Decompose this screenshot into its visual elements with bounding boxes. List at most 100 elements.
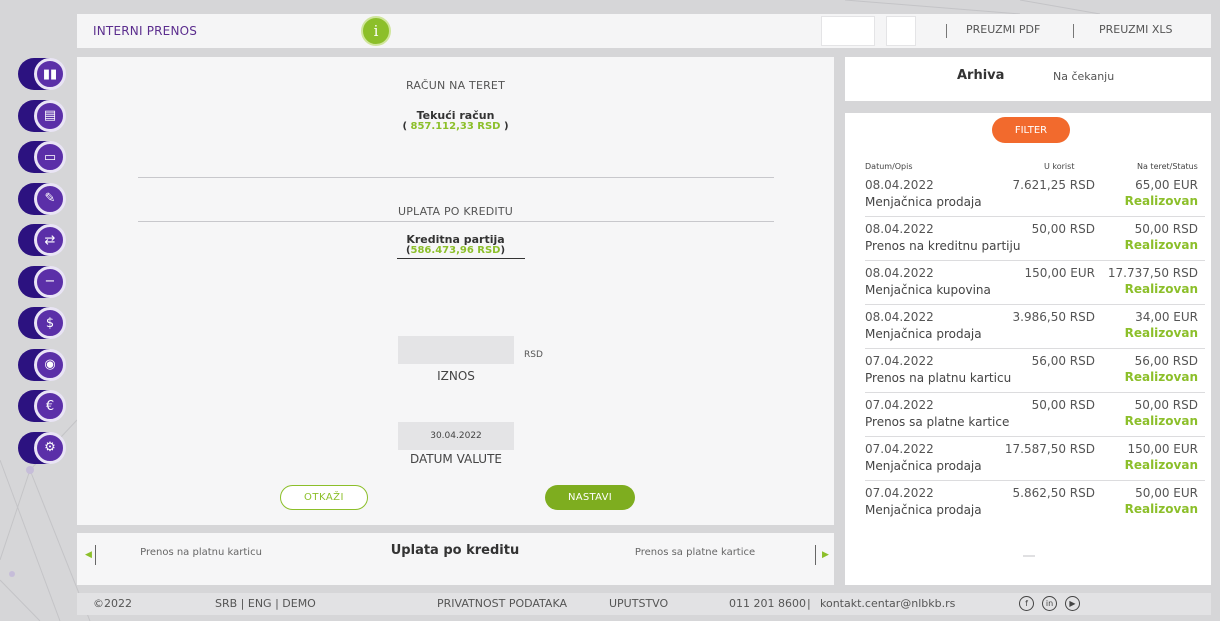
transaction-date: 07.04.2022: [865, 398, 934, 412]
privacy-link[interactable]: PRIVATNOST PODATAKA: [437, 597, 567, 610]
transaction-debit: 34,00 EUR: [1135, 310, 1198, 324]
transaction-debit: 150,00 EUR: [1127, 442, 1198, 456]
status-badge: Realizovan: [1124, 458, 1198, 472]
debit-account-label: RAČUN NA TERET: [405, 79, 506, 92]
status-badge: Realizovan: [1124, 194, 1198, 208]
divider: [138, 177, 774, 178]
tab-pending[interactable]: Na čekanju: [1053, 70, 1114, 83]
download-pdf-link[interactable]: PREUZMI PDF: [966, 23, 1040, 36]
status-badge: Realizovan: [1124, 282, 1198, 296]
copyright: ©2022: [93, 597, 132, 610]
transfer-type-carousel: ◀ Prenos na platnu karticu Uplata po kre…: [77, 533, 834, 585]
card-icon: ▭: [34, 141, 66, 173]
transaction-description: Menjačnica prodaja: [865, 503, 982, 517]
toolbar-box[interactable]: [821, 16, 875, 46]
cancel-button[interactable]: OTKAŽI: [280, 485, 368, 510]
archive-panel: FILTER Datum/Opis U korist Na teret/Stat…: [845, 113, 1211, 585]
chevron-left-icon[interactable]: ◀: [85, 550, 92, 560]
transaction-date: 08.04.2022: [865, 310, 934, 324]
linkedin-icon[interactable]: in: [1042, 596, 1057, 611]
gear-icon: ⚙: [34, 431, 66, 464]
document-icon: ▤: [34, 99, 66, 132]
sidebar-item-transfer[interactable]: ⇄: [18, 224, 70, 256]
sidebar-item-documents[interactable]: ▤: [18, 99, 70, 132]
table-row[interactable]: 08.04.2022 Prenos na kreditnu partiju 50,0…: [865, 217, 1205, 261]
status-badge: Realizovan: [1124, 502, 1198, 516]
amount-currency: RSD: [524, 350, 543, 360]
transaction-description: Menjačnica prodaja: [865, 327, 982, 341]
tab-archive[interactable]: Arhiva: [957, 68, 1004, 83]
carousel-divider: [815, 545, 816, 565]
sidebar-item-settings[interactable]: ⚙: [18, 431, 70, 464]
credit-balance-value: 586.473,96 RSD: [410, 245, 501, 256]
location-icon: ◉: [34, 348, 66, 381]
transaction-credit: 17.587,50 RSD: [1004, 442, 1095, 456]
status-badge: Realizovan: [1124, 326, 1198, 340]
sidebar-item-loans[interactable]: −: [18, 265, 70, 298]
table-row[interactable]: 07.04.2022 Prenos na platnu karticu 56,00 …: [865, 349, 1205, 393]
page-title: INTERNI PRENOS: [93, 24, 198, 38]
table-row[interactable]: 07.04.2022 Menjačnica prodaja 5.862,50 RSD…: [865, 481, 1205, 525]
transaction-description: Menjačnica prodaja: [865, 195, 982, 209]
transaction-description: Prenos sa platne kartice: [865, 415, 1010, 429]
status-badge: Realizovan: [1124, 414, 1198, 428]
sidebar-item-locations[interactable]: ◉: [18, 348, 70, 381]
account-underline: [397, 258, 525, 259]
footer-separator: |: [807, 597, 811, 610]
table-row[interactable]: 07.04.2022 Prenos sa platne kartice 50,00 …: [865, 393, 1205, 437]
language-switcher[interactable]: SRB | ENG | DEMO: [215, 597, 316, 610]
carousel-item-current[interactable]: Uplata po kreditu: [385, 544, 525, 557]
table-row[interactable]: 07.04.2022 Menjačnica prodaja 17.587,50 RS…: [865, 437, 1205, 481]
info-icon[interactable]: i: [361, 16, 391, 46]
amount-label: IZNOS: [437, 369, 475, 383]
transaction-description: Prenos na platnu karticu: [865, 371, 1012, 385]
carousel-item-prev[interactable]: Prenos na platnu karticu: [131, 548, 271, 558]
transaction-debit: 56,00 RSD: [1134, 354, 1198, 368]
download-xls-link[interactable]: PREUZMI XLS: [1099, 23, 1173, 36]
transaction-credit: 50,00 RSD: [1031, 222, 1095, 236]
sidebar-item-signature[interactable]: ✎: [18, 182, 70, 215]
transaction-credit: 56,00 RSD: [1031, 354, 1095, 368]
youtube-icon[interactable]: ▶: [1065, 596, 1080, 611]
archive-tabs: Arhiva Na čekanju: [845, 57, 1211, 101]
sidebar-item-exchange[interactable]: €: [18, 390, 70, 422]
chart-icon: ▮▮: [34, 58, 66, 90]
transaction-date: 08.04.2022: [865, 222, 934, 236]
status-badge: Realizovan: [1124, 370, 1198, 384]
continue-button[interactable]: NASTAVI: [545, 485, 635, 510]
filter-button[interactable]: FILTER: [992, 117, 1070, 143]
transaction-date: 08.04.2022: [865, 178, 934, 192]
table-row[interactable]: 08.04.2022 Menjačnica prodaja 7.621,25 RSD…: [865, 173, 1205, 217]
divider: [138, 221, 774, 222]
carousel-divider: [95, 545, 96, 565]
amount-input[interactable]: [398, 336, 514, 364]
status-badge: Realizovan: [1124, 238, 1198, 252]
transaction-credit: 3.986,50 RSD: [1012, 310, 1095, 324]
transfer-form: RAČUN NA TERET Tekući račun ( 857.112,33…: [77, 57, 834, 525]
transaction-credit: 50,00 RSD: [1031, 398, 1095, 412]
sidebar-item-overview[interactable]: ▮▮: [18, 58, 70, 90]
sidebar-item-payments[interactable]: $: [18, 307, 70, 339]
chevron-right-icon[interactable]: ▶: [822, 550, 829, 560]
facebook-icon[interactable]: f: [1019, 596, 1034, 611]
table-row[interactable]: 08.04.2022 Menjačnica kupovina 150,00 EUR 1…: [865, 261, 1205, 305]
email-link[interactable]: kontakt.centar@nlbkb.rs: [820, 597, 955, 610]
sidebar-item-cards[interactable]: ▭: [18, 141, 70, 173]
carousel-item-next[interactable]: Prenos sa platne kartice: [625, 548, 765, 558]
payment-type-label: UPLATA PO KREDITU: [397, 205, 514, 218]
transaction-description: Menjačnica kupovina: [865, 283, 991, 297]
transaction-date: 07.04.2022: [865, 354, 934, 368]
toolbar-box-small[interactable]: [886, 16, 916, 46]
transaction-credit: 7.621,25 RSD: [1012, 178, 1095, 192]
separator: [946, 24, 947, 38]
transaction-debit: 17.737,50 RSD: [1107, 266, 1198, 280]
phone-number: 011 201 8600: [729, 597, 806, 610]
value-date-input[interactable]: 30.04.2022: [398, 422, 514, 450]
debit-account-balance: ( 857.112,33 RSD ): [402, 121, 509, 132]
table-row[interactable]: 08.04.2022 Menjačnica prodaja 3.986,50 RSD…: [865, 305, 1205, 349]
column-header-credit: U korist: [1044, 162, 1075, 171]
transaction-debit: 50,00 EUR: [1135, 486, 1198, 500]
guide-link[interactable]: UPUTSTVO: [609, 597, 668, 610]
scroll-indicator[interactable]: [1023, 555, 1035, 557]
transaction-date: 08.04.2022: [865, 266, 934, 280]
